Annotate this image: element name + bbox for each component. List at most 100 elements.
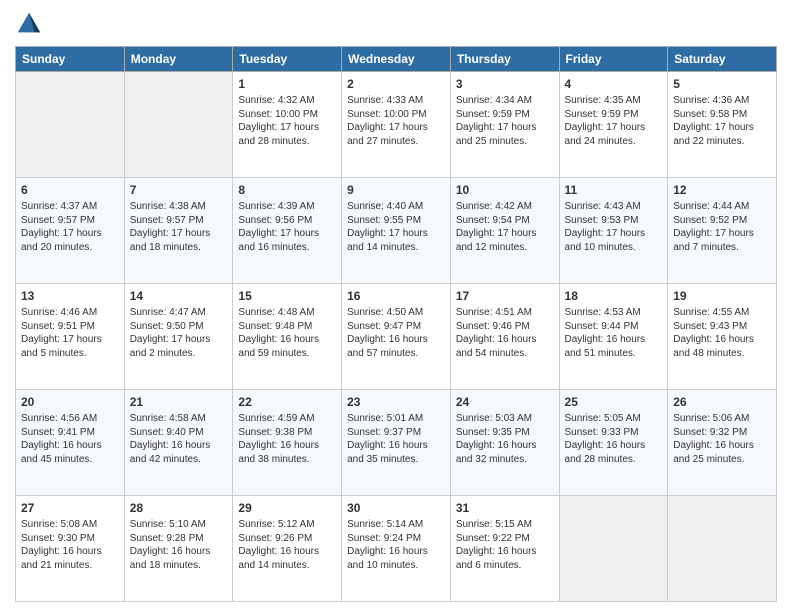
calendar-cell: 1Sunrise: 4:32 AM Sunset: 10:00 PM Dayli…	[233, 72, 342, 178]
cell-content: 10 Sunrise: 4:42 AM Sunset: 9:54 PM Dayli…	[456, 182, 554, 253]
day-info: Sunrise: 4:38 AM Sunset: 9:57 PM Dayligh…	[130, 201, 211, 253]
day-number: 3	[456, 76, 554, 92]
col-header-friday: Friday	[559, 47, 668, 72]
day-number: 5	[673, 76, 771, 92]
calendar-cell: 25 Sunrise: 5:05 AM Sunset: 9:33 PM Dayli…	[559, 390, 668, 496]
day-info: Sunrise: 4:51 AM Sunset: 9:46 PM Dayligh…	[456, 307, 537, 359]
day-info: Sunrise: 4:58 AM Sunset: 9:40 PM Dayligh…	[130, 413, 211, 465]
cell-content: 13Sunrise: 4:46 AM Sunset: 9:51 PM Dayli…	[21, 288, 119, 359]
day-info: Sunrise: 5:15 AM Sunset: 9:22 PM Dayligh…	[456, 519, 537, 571]
col-header-tuesday: Tuesday	[233, 47, 342, 72]
calendar-cell: 15 Sunrise: 4:48 AM Sunset: 9:48 PM Dayli…	[233, 284, 342, 390]
day-number: 7	[130, 182, 228, 198]
cell-content: 17 Sunrise: 4:51 AM Sunset: 9:46 PM Dayli…	[456, 288, 554, 359]
calendar-cell: 26Sunrise: 5:06 AM Sunset: 9:32 PM Dayli…	[668, 390, 777, 496]
calendar-cell: 9Sunrise: 4:40 AM Sunset: 9:55 PM Daylig…	[342, 178, 451, 284]
day-info: Sunrise: 5:14 AM Sunset: 9:24 PM Dayligh…	[347, 519, 428, 571]
day-number: 17	[456, 288, 554, 304]
day-info: Sunrise: 5:06 AM Sunset: 9:32 PM Dayligh…	[673, 413, 754, 465]
day-info: Sunrise: 4:36 AM Sunset: 9:58 PM Dayligh…	[673, 95, 754, 147]
calendar-cell: 17 Sunrise: 4:51 AM Sunset: 9:46 PM Dayli…	[450, 284, 559, 390]
day-number: 25	[565, 394, 663, 410]
week-row-5: 27 Sunrise: 5:08 AM Sunset: 9:30 PM Dayli…	[16, 496, 777, 602]
calendar-cell: 29 Sunrise: 5:12 AM Sunset: 9:26 PM Dayli…	[233, 496, 342, 602]
calendar-cell: 12Sunrise: 4:44 AM Sunset: 9:52 PM Dayli…	[668, 178, 777, 284]
day-number: 14	[130, 288, 228, 304]
logo	[15, 10, 47, 38]
day-number: 27	[21, 500, 119, 516]
cell-content: 1Sunrise: 4:32 AM Sunset: 10:00 PM Dayli…	[238, 76, 336, 147]
day-info: Sunrise: 5:10 AM Sunset: 9:28 PM Dayligh…	[130, 519, 211, 571]
logo-icon	[15, 10, 43, 38]
calendar-cell: 23 Sunrise: 5:01 AM Sunset: 9:37 PM Dayli…	[342, 390, 451, 496]
day-number: 22	[238, 394, 336, 410]
calendar-cell: 10 Sunrise: 4:42 AM Sunset: 9:54 PM Dayli…	[450, 178, 559, 284]
day-number: 16	[347, 288, 445, 304]
col-header-wednesday: Wednesday	[342, 47, 451, 72]
day-info: Sunrise: 4:42 AM Sunset: 9:54 PM Dayligh…	[456, 201, 537, 253]
day-number: 28	[130, 500, 228, 516]
day-number: 15	[238, 288, 336, 304]
cell-content: 31 Sunrise: 5:15 AM Sunset: 9:22 PM Dayli…	[456, 500, 554, 571]
day-number: 29	[238, 500, 336, 516]
calendar-cell: 18Sunrise: 4:53 AM Sunset: 9:44 PM Dayli…	[559, 284, 668, 390]
week-row-3: 13Sunrise: 4:46 AM Sunset: 9:51 PM Dayli…	[16, 284, 777, 390]
calendar-cell: 3 Sunrise: 4:34 AM Sunset: 9:59 PM Daylig…	[450, 72, 559, 178]
day-number: 10	[456, 182, 554, 198]
cell-content: 27 Sunrise: 5:08 AM Sunset: 9:30 PM Dayli…	[21, 500, 119, 571]
cell-content: 21 Sunrise: 4:58 AM Sunset: 9:40 PM Dayli…	[130, 394, 228, 465]
cell-content: 25 Sunrise: 5:05 AM Sunset: 9:33 PM Dayli…	[565, 394, 663, 465]
cell-content: 30Sunrise: 5:14 AM Sunset: 9:24 PM Dayli…	[347, 500, 445, 571]
calendar-cell: 5 Sunrise: 4:36 AM Sunset: 9:58 PM Daylig…	[668, 72, 777, 178]
week-row-4: 20Sunrise: 4:56 AM Sunset: 9:41 PM Dayli…	[16, 390, 777, 496]
calendar-cell: 21 Sunrise: 4:58 AM Sunset: 9:40 PM Dayli…	[124, 390, 233, 496]
day-info: Sunrise: 4:34 AM Sunset: 9:59 PM Dayligh…	[456, 95, 537, 147]
cell-content: 3 Sunrise: 4:34 AM Sunset: 9:59 PM Daylig…	[456, 76, 554, 147]
calendar-cell: 11Sunrise: 4:43 AM Sunset: 9:53 PM Dayli…	[559, 178, 668, 284]
day-info: Sunrise: 4:53 AM Sunset: 9:44 PM Dayligh…	[565, 307, 646, 359]
calendar-cell: 22Sunrise: 4:59 AM Sunset: 9:38 PM Dayli…	[233, 390, 342, 496]
cell-content: 29 Sunrise: 5:12 AM Sunset: 9:26 PM Dayli…	[238, 500, 336, 571]
day-info: Sunrise: 5:01 AM Sunset: 9:37 PM Dayligh…	[347, 413, 428, 465]
day-info: Sunrise: 4:48 AM Sunset: 9:48 PM Dayligh…	[238, 307, 319, 359]
cell-content: 24 Sunrise: 5:03 AM Sunset: 9:35 PM Dayli…	[456, 394, 554, 465]
cell-content: 9Sunrise: 4:40 AM Sunset: 9:55 PM Daylig…	[347, 182, 445, 253]
cell-content: 6Sunrise: 4:37 AM Sunset: 9:57 PM Daylig…	[21, 182, 119, 253]
calendar-table: SundayMondayTuesdayWednesdayThursdayFrid…	[15, 46, 777, 602]
day-info: Sunrise: 4:46 AM Sunset: 9:51 PM Dayligh…	[21, 307, 102, 359]
calendar-cell: 20Sunrise: 4:56 AM Sunset: 9:41 PM Dayli…	[16, 390, 125, 496]
calendar-cell: 8Sunrise: 4:39 AM Sunset: 9:56 PM Daylig…	[233, 178, 342, 284]
cell-content: 4Sunrise: 4:35 AM Sunset: 9:59 PM Daylig…	[565, 76, 663, 147]
day-number: 31	[456, 500, 554, 516]
day-info: Sunrise: 5:08 AM Sunset: 9:30 PM Dayligh…	[21, 519, 102, 571]
page: SundayMondayTuesdayWednesdayThursdayFrid…	[0, 0, 792, 612]
cell-content: 12Sunrise: 4:44 AM Sunset: 9:52 PM Dayli…	[673, 182, 771, 253]
day-number: 21	[130, 394, 228, 410]
cell-content: 19Sunrise: 4:55 AM Sunset: 9:43 PM Dayli…	[673, 288, 771, 359]
day-number: 2	[347, 76, 445, 92]
calendar-cell: 2Sunrise: 4:33 AM Sunset: 10:00 PM Dayli…	[342, 72, 451, 178]
cell-content: 8Sunrise: 4:39 AM Sunset: 9:56 PM Daylig…	[238, 182, 336, 253]
week-row-1: 1Sunrise: 4:32 AM Sunset: 10:00 PM Dayli…	[16, 72, 777, 178]
day-info: Sunrise: 4:44 AM Sunset: 9:52 PM Dayligh…	[673, 201, 754, 253]
day-info: Sunrise: 5:05 AM Sunset: 9:33 PM Dayligh…	[565, 413, 646, 465]
day-number: 24	[456, 394, 554, 410]
cell-content: 22Sunrise: 4:59 AM Sunset: 9:38 PM Dayli…	[238, 394, 336, 465]
col-header-saturday: Saturday	[668, 47, 777, 72]
day-info: Sunrise: 4:39 AM Sunset: 9:56 PM Dayligh…	[238, 201, 319, 253]
day-info: Sunrise: 4:40 AM Sunset: 9:55 PM Dayligh…	[347, 201, 428, 253]
cell-content: 5 Sunrise: 4:36 AM Sunset: 9:58 PM Daylig…	[673, 76, 771, 147]
calendar-cell: 28 Sunrise: 5:10 AM Sunset: 9:28 PM Dayli…	[124, 496, 233, 602]
day-info: Sunrise: 5:12 AM Sunset: 9:26 PM Dayligh…	[238, 519, 319, 571]
day-info: Sunrise: 5:03 AM Sunset: 9:35 PM Dayligh…	[456, 413, 537, 465]
header	[15, 10, 777, 38]
day-info: Sunrise: 4:56 AM Sunset: 9:41 PM Dayligh…	[21, 413, 102, 465]
day-number: 23	[347, 394, 445, 410]
calendar-cell: 31 Sunrise: 5:15 AM Sunset: 9:22 PM Dayli…	[450, 496, 559, 602]
week-row-2: 6Sunrise: 4:37 AM Sunset: 9:57 PM Daylig…	[16, 178, 777, 284]
calendar-cell	[16, 72, 125, 178]
day-info: Sunrise: 4:47 AM Sunset: 9:50 PM Dayligh…	[130, 307, 211, 359]
day-number: 4	[565, 76, 663, 92]
cell-content: 18Sunrise: 4:53 AM Sunset: 9:44 PM Dayli…	[565, 288, 663, 359]
day-info: Sunrise: 4:50 AM Sunset: 9:47 PM Dayligh…	[347, 307, 428, 359]
